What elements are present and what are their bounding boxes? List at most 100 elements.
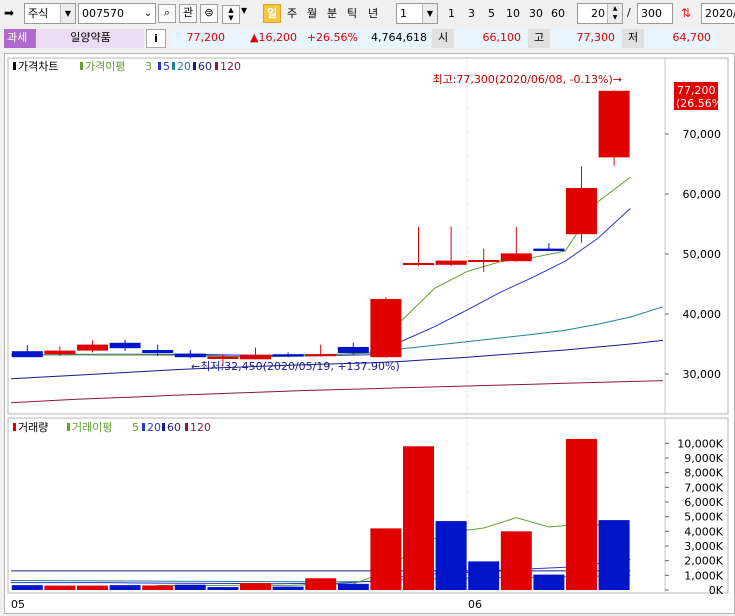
low-label: 저 <box>622 29 644 48</box>
price-panel-title: 가격차트 <box>18 60 58 73</box>
interval-1-button[interactable]: 1 <box>443 4 460 23</box>
price-tick-label: 50,000 <box>683 248 722 261</box>
legend-marker <box>193 62 196 70</box>
volume-bar <box>468 561 500 590</box>
date-input[interactable]: 2020/ <box>701 3 735 24</box>
period-year-button[interactable]: 년 <box>363 4 383 23</box>
volume-tick-label: 7,000K <box>684 481 723 494</box>
volume-tick-label: 2,000K <box>684 555 723 568</box>
volume-bar <box>337 583 369 590</box>
volume-tick-label: 3,000K <box>684 540 723 553</box>
tax-badge: 과세 <box>4 29 36 48</box>
volume-bar <box>174 584 206 590</box>
price-tick-label: 40,000 <box>683 308 722 321</box>
candle-body <box>468 260 500 262</box>
watch-button[interactable]: 관 <box>179 4 197 23</box>
stock-name: 일양약품 <box>37 29 144 48</box>
legend-marker <box>80 62 83 70</box>
interval-value: 1 <box>400 7 407 20</box>
slash-separator: / <box>627 6 631 19</box>
period-tick-button[interactable]: 틱 <box>343 4 361 23</box>
link-settings-icon[interactable]: ⊜ <box>200 4 218 23</box>
price-tick-label: 70,000 <box>683 128 722 141</box>
interval-select[interactable]: 1 ▼ <box>396 3 438 24</box>
candle-body <box>533 248 565 251</box>
candle-body <box>207 356 239 359</box>
volume-bar <box>77 585 108 590</box>
candle-body <box>305 354 337 357</box>
trade-volume: 4,764,618 <box>363 29 431 48</box>
candle-body <box>435 260 467 265</box>
stepper-icon[interactable]: ▲ ▼ <box>222 5 240 24</box>
candle-body <box>272 354 304 357</box>
legend-marker <box>172 62 175 70</box>
stock-chart[interactable]: 70,000 60,000 50,000 40,000 30,000 10,000K 9,… <box>5 54 734 613</box>
volume-tick-label: 9,000K <box>684 452 723 465</box>
candle-body <box>44 350 76 355</box>
legend-vma20: 20 <box>147 421 161 434</box>
legend-marker <box>13 423 16 431</box>
volume-panel-title: 거래량 <box>18 421 48 434</box>
volume-tick-label: 4,000K <box>684 525 723 538</box>
interval-10-button[interactable]: 10 <box>503 4 523 23</box>
volume-bar <box>44 585 76 590</box>
high-label: 고 <box>528 29 550 48</box>
price-change: ▲16,200 <box>231 29 301 48</box>
info-button[interactable]: i <box>146 29 166 48</box>
legend-vma5: 5 <box>132 421 139 434</box>
chevron-down-icon: ▼ <box>422 4 437 23</box>
legend-vma60: 60 <box>167 421 181 434</box>
candle-body <box>566 188 597 235</box>
interval-30-button[interactable]: 30 <box>526 4 546 23</box>
period-week-button[interactable]: 주 <box>283 4 301 23</box>
volume-bar <box>370 528 402 590</box>
period-minute-button[interactable]: 분 <box>323 4 341 23</box>
x-label-june: 06 <box>468 598 482 611</box>
chevron-down-icon[interactable]: ▼ <box>241 6 247 15</box>
view-count-value: 20 <box>591 7 605 20</box>
legend-ma120: 120 <box>220 60 241 73</box>
high-price: 77,300 <box>551 29 621 48</box>
period-month-button[interactable]: 월 <box>303 4 321 23</box>
chart-area[interactable]: 70,000 60,000 50,000 40,000 30,000 10,000K 9,… <box>4 53 735 614</box>
volume-bar <box>11 585 43 590</box>
volume-tick-label: 8,000K <box>684 467 723 480</box>
volume-tick-label: 0K <box>709 584 724 597</box>
total-count-value: 300 <box>641 7 662 20</box>
candle-body <box>174 353 206 358</box>
candle-body <box>142 350 174 353</box>
market-type-value: 주식 <box>28 7 49 20</box>
stock-code-input[interactable]: 007570 ⌄ <box>78 3 156 24</box>
candle-body <box>11 351 43 358</box>
candle-body <box>403 263 434 265</box>
volume-bar <box>240 583 271 590</box>
candle-body <box>77 344 108 351</box>
volume-bar <box>109 585 141 590</box>
legend-marker <box>158 62 161 70</box>
change-rate: +26.56% <box>302 29 362 48</box>
market-type-select[interactable]: 주식 ▼ <box>24 3 76 24</box>
low-price: 64,700 <box>645 29 717 48</box>
candle-body <box>500 253 532 262</box>
total-count-input[interactable]: 300 <box>637 3 673 24</box>
price-tick-label: 60,000 <box>683 188 722 201</box>
low-annotation: ←최저:32,450(2020/05/19, +137.90%) <box>191 360 400 373</box>
view-count-input[interactable]: 20 ▲ ▼ <box>577 3 623 24</box>
volume-bar <box>435 521 467 590</box>
legend-marker <box>13 62 16 70</box>
link-icon[interactable]: ➡ <box>4 5 22 22</box>
volume-tick-label: 5,000K <box>684 511 723 524</box>
interval-3-button[interactable]: 3 <box>463 4 480 23</box>
open-price: 66,100 <box>455 29 527 48</box>
interval-5-button[interactable]: 5 <box>483 4 500 23</box>
date-value: 2020/ <box>705 7 735 20</box>
legend-ma5: 5 <box>163 60 170 73</box>
interval-60-button[interactable]: 60 <box>548 4 568 23</box>
volume-bar <box>500 531 532 590</box>
current-price-badge-rate: (26.56%) <box>676 97 727 110</box>
candle-body <box>337 347 369 353</box>
period-day-button[interactable]: 일 <box>263 4 281 23</box>
reload-icon[interactable]: ⇅ <box>677 5 695 22</box>
legend-ma20: 20 <box>177 60 191 73</box>
search-icon[interactable]: ⌕ <box>158 4 176 23</box>
